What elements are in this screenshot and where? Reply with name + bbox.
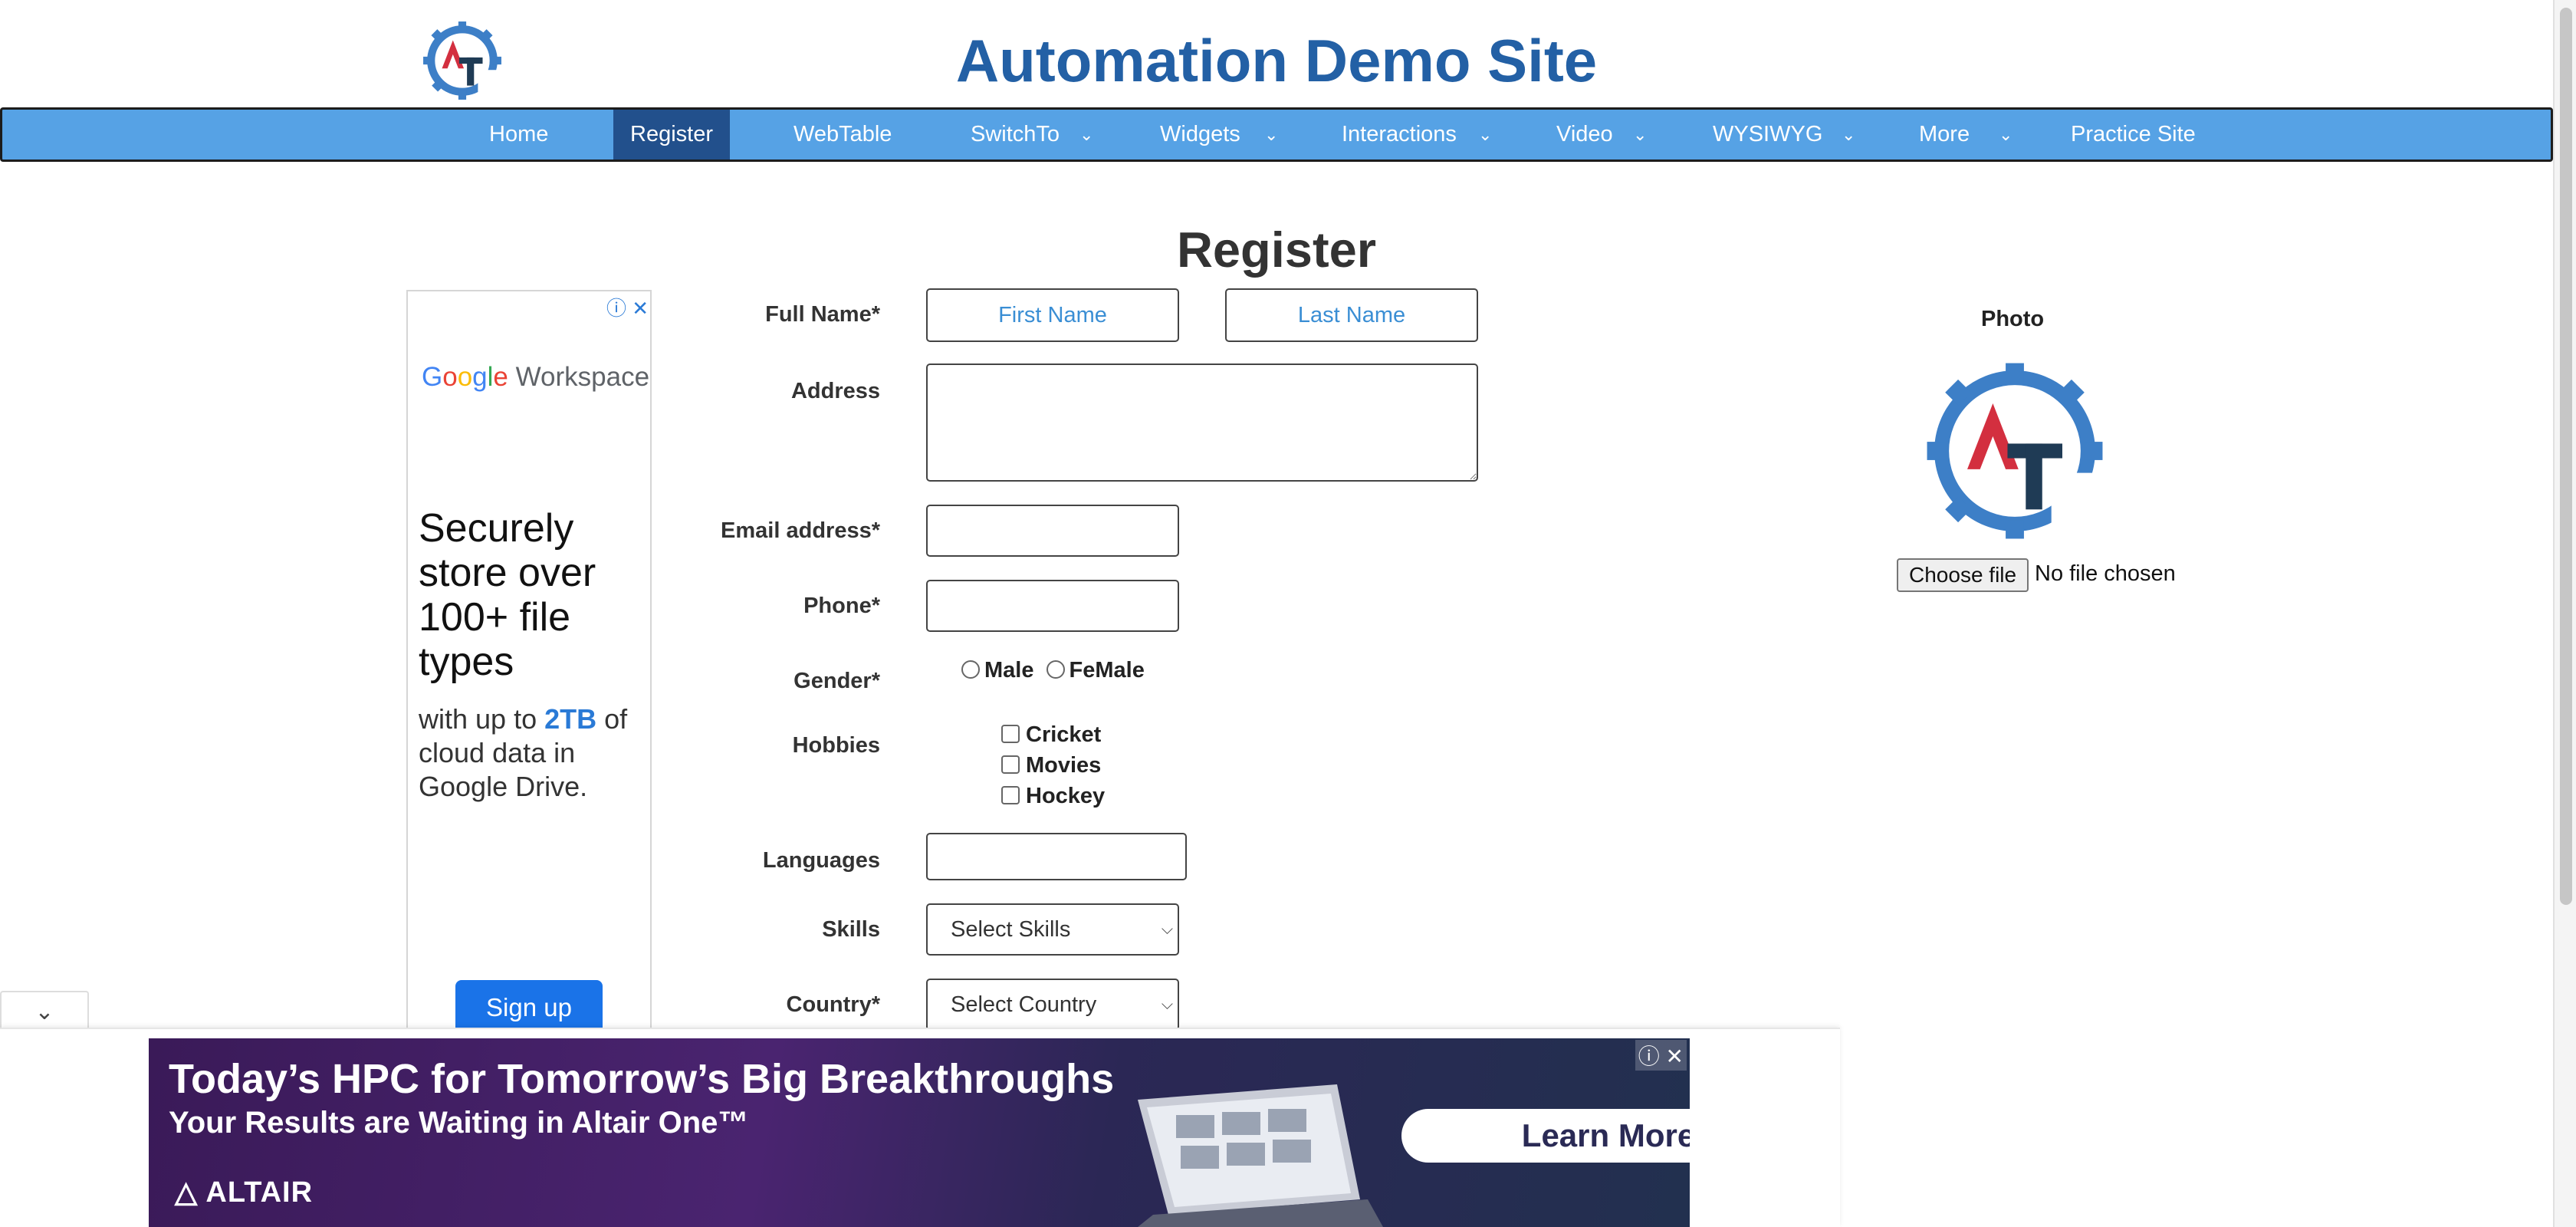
gender-label: Gender*: [794, 669, 880, 693]
address-label: Address: [790, 379, 880, 403]
side-ad[interactable]: ⓘ ✕ Google Workspace Securely store over…: [406, 290, 652, 1057]
languages-label: Languages: [762, 848, 880, 873]
learn-more-button[interactable]: Learn More: [1401, 1109, 1690, 1163]
banner-close-icon[interactable]: ⓘ ✕: [1635, 1040, 1687, 1071]
nav-video[interactable]: Video ⌄: [1556, 110, 1656, 160]
hobby-hockey: Hockey: [1001, 784, 1105, 809]
nav-switchto[interactable]: SwitchTo ⌄: [971, 110, 1101, 160]
chevron-down-icon: ⌵: [1161, 921, 1173, 938]
email-input[interactable]: [926, 505, 1179, 557]
nav-wysiwyg[interactable]: WYSIWYG ⌄: [1713, 110, 1858, 160]
languages-multiselect[interactable]: [926, 833, 1187, 880]
ad-subtext: with up to 2TB of cloud data in Google D…: [419, 703, 628, 802]
anchor-ad-toggle-icon[interactable]: ⌄: [0, 991, 89, 1031]
hobby-cricket: Cricket: [1001, 722, 1101, 748]
email-label: Email address*: [721, 518, 880, 543]
chevron-down-icon: ⌄: [1079, 125, 1094, 144]
hobby-movies: Movies: [1001, 753, 1101, 778]
skills-label: Skills: [822, 917, 880, 942]
hobby-hockey-checkbox[interactable]: [1001, 786, 1020, 805]
altair-logo: △ ALTAIR: [175, 1176, 314, 1209]
full-name-label: Full Name*: [765, 302, 880, 327]
country-label: Country*: [786, 992, 880, 1017]
nav-interactions[interactable]: Interactions ⌄: [1342, 110, 1495, 160]
profile-photo-logo-icon: [1927, 363, 2103, 543]
gender-female-label: FeMale: [1069, 658, 1145, 683]
hobby-movies-checkbox[interactable]: [1001, 755, 1020, 775]
nav-practice-site[interactable]: Practice Site: [2071, 110, 2201, 160]
photo-label: Photo: [1981, 307, 2045, 331]
nav-widgets[interactable]: Widgets ⌄: [1160, 110, 1283, 160]
gender-female-radio[interactable]: [1046, 660, 1065, 679]
scroll-thumb[interactable]: [2560, 8, 2572, 905]
site-title: Automation Demo Site: [955, 27, 1598, 94]
last-name-input[interactable]: [1225, 288, 1478, 342]
main-navbar: Home Register WebTable SwitchTo ⌄ Widgets…: [0, 107, 2553, 162]
chevron-down-icon: ⌄: [1478, 125, 1493, 144]
ad-close-icon[interactable]: ⓘ ✕: [606, 293, 649, 321]
gender-radio-group: Male FeMale: [961, 658, 1145, 683]
workspace-label: Workspace: [515, 362, 650, 392]
nav-register[interactable]: Register: [613, 110, 730, 160]
hobby-cricket-checkbox[interactable]: [1001, 725, 1020, 744]
page-scrollbar[interactable]: [2553, 0, 2576, 1227]
ad-headline: Securely store over 100+ file types: [419, 506, 596, 684]
google-workspace-logo: Google Workspace: [422, 362, 649, 393]
laptop-image-icon: [1138, 1084, 1383, 1227]
gender-male-radio[interactable]: [961, 660, 980, 679]
hobbies-label: Hobbies: [792, 733, 880, 758]
chevron-down-icon: ⌄: [1264, 125, 1279, 144]
nav-home[interactable]: Home: [489, 110, 554, 160]
address-textarea[interactable]: [926, 363, 1478, 482]
chevron-down-icon: ⌄: [1999, 125, 2013, 144]
nav-webtable[interactable]: WebTable: [794, 110, 893, 160]
altair-triangle-icon: △: [175, 1176, 206, 1209]
nav-more[interactable]: More ⌄: [1919, 110, 2019, 160]
file-status-text: No file chosen: [2035, 561, 2176, 586]
first-name-input[interactable]: [926, 288, 1179, 342]
phone-label: Phone*: [803, 594, 880, 618]
gender-male-label: Male: [984, 658, 1034, 683]
choose-file-button[interactable]: Choose file: [1897, 558, 2029, 592]
chevron-down-icon: ⌄: [1842, 125, 1856, 144]
google-wordmark: Google: [422, 362, 508, 392]
banner-subline: Your Results are Waiting in Altair One™: [169, 1106, 749, 1140]
banner-headline: Today’s HPC for Tomorrow’s Big Breakthro…: [169, 1056, 1115, 1102]
country-select[interactable]: Select Country ⌵: [926, 979, 1179, 1031]
bottom-banner-ad[interactable]: Today’s HPC for Tomorrow’s Big Breakthro…: [149, 1038, 1690, 1227]
chevron-down-icon: ⌵: [1161, 996, 1173, 1013]
phone-input[interactable]: [926, 580, 1179, 632]
skills-select[interactable]: Select Skills ⌵: [926, 903, 1179, 956]
chevron-down-icon: ⌄: [1633, 125, 1648, 144]
page-title: Register: [1176, 222, 1377, 278]
